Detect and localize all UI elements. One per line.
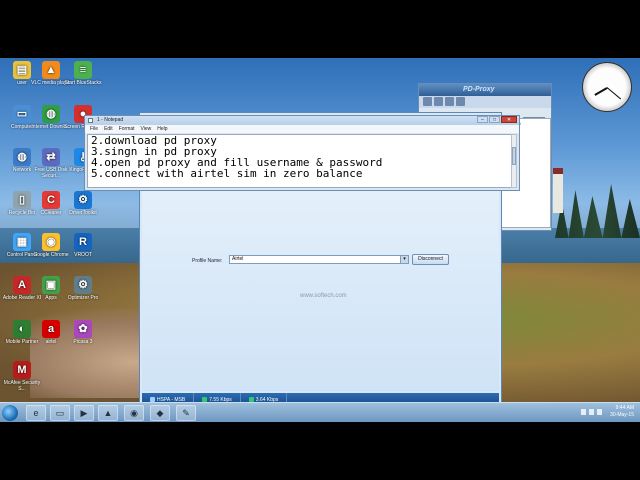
info-icon[interactable] xyxy=(456,97,465,106)
desktop-icon-label: Start BlueStacks xyxy=(64,80,102,86)
media-player-icon[interactable]: ▶ xyxy=(74,405,94,421)
globe-icon: ◍ xyxy=(42,105,60,123)
desktop: ▤ user ▲ VLC media player ≡ Start BlueStacks ▭… xyxy=(0,58,640,422)
profile-name-value: Airtel xyxy=(232,256,244,262)
apps-icon: ▣ xyxy=(42,276,60,294)
desktop-icon-label: VROOT xyxy=(74,252,92,258)
disconnect-button[interactable]: Disconnect xyxy=(412,254,449,265)
close-button[interactable]: ✕ xyxy=(501,116,517,123)
desktop-icon-label: Picasa 3 xyxy=(73,339,93,345)
gear-icon: ⚙ xyxy=(74,191,92,209)
system-tray xyxy=(581,409,602,415)
monitor-icon: ▭ xyxy=(13,105,31,123)
pd-proxy-title: PD-Proxy xyxy=(419,84,551,96)
window-controls: – □ ✕ xyxy=(477,116,517,123)
vlc-icon[interactable]: ▲ xyxy=(98,405,118,421)
start-button[interactable] xyxy=(2,405,18,421)
notepad-menu-bar: File Edit Format View Help xyxy=(85,125,519,133)
notepad-text-area[interactable]: 2.download pd proxy 3.singn in pd proxy 4.… xyxy=(87,134,512,188)
notepad-taskbar-icon[interactable]: ✎ xyxy=(176,405,196,421)
pd-proxy-toolbar xyxy=(419,96,551,108)
desktop-icon[interactable]: ⚙ Optimizer Pro xyxy=(63,276,103,301)
desktop-icon-label: Optimizer Pro xyxy=(67,295,99,301)
clock-hour-hand xyxy=(594,87,608,96)
chevron-down-icon[interactable]: ▾ xyxy=(400,256,408,263)
notepad-icon xyxy=(88,118,93,123)
desktop-icon[interactable]: ≡ Start BlueStacks xyxy=(63,61,103,86)
gear-icon: ⚙ xyxy=(74,276,92,294)
text-line: 5.connect with airtel sim in zero balanc… xyxy=(91,167,363,180)
bin-icon: ▯ xyxy=(13,191,31,209)
profile-name-label: Profile Name: xyxy=(192,258,223,264)
profile-name-select[interactable]: Airtel ▾ xyxy=(229,255,409,264)
desktop-icon[interactable]: ⚙ DriverToolkit xyxy=(63,191,103,216)
volume-icon[interactable] xyxy=(597,409,602,415)
explorer-icon[interactable]: ▭ xyxy=(50,405,70,421)
desktop-icon[interactable]: ✿ Picasa 3 xyxy=(63,320,103,345)
wallpaper-lighthouse xyxy=(553,168,563,213)
desktop-icon-label: DriverToolkit xyxy=(69,210,97,216)
modem-icon: ◐ xyxy=(13,320,31,338)
desktop-icon[interactable]: R VROOT xyxy=(63,233,103,258)
tray-clock[interactable]: 9:44 AM 30-May-15 xyxy=(610,405,634,419)
maximize-button[interactable]: □ xyxy=(489,116,500,123)
taskbar: e ▭ ▶ ▲ ◉ ◆ ✎ 9:44 AM 30-May-15 xyxy=(0,402,640,422)
mobile-partner-icon[interactable]: ◆ xyxy=(150,405,170,421)
network-icon[interactable] xyxy=(589,409,594,415)
usb-icon: ⇄ xyxy=(42,148,60,166)
clock-minute-hand xyxy=(606,87,622,100)
scrollbar-thumb[interactable] xyxy=(512,147,516,165)
tray-time: 9:44 AM xyxy=(615,405,634,411)
menu-file[interactable]: File xyxy=(90,125,98,133)
minimize-button[interactable]: – xyxy=(477,116,488,123)
user-icon[interactable] xyxy=(445,97,454,106)
flag-icon[interactable] xyxy=(581,409,586,415)
picasa-icon: ✿ xyxy=(74,320,92,338)
globe-icon: ◍ xyxy=(13,148,31,166)
settings-icon[interactable] xyxy=(434,97,443,106)
m-icon: M xyxy=(13,361,31,379)
pdf-icon: A xyxy=(13,276,31,294)
menu-help[interactable]: Help xyxy=(157,125,167,133)
folder-icon: ▤ xyxy=(13,61,31,79)
cone-icon: ▲ xyxy=(42,61,60,79)
tray-date: 30-May-15 xyxy=(610,412,634,418)
stack-icon: ≡ xyxy=(74,61,92,79)
notepad-title-bar[interactable]: 1 - Notepad – □ ✕ xyxy=(85,116,519,125)
menu-format[interactable]: Format xyxy=(119,125,135,133)
chrome-icon[interactable]: ◉ xyxy=(124,405,144,421)
notepad-title: 1 - Notepad xyxy=(97,117,124,123)
watermark: www.softech.com xyxy=(300,293,347,299)
chrome-icon: ◉ xyxy=(42,233,60,251)
menu-edit[interactable]: Edit xyxy=(104,125,113,133)
desktop-icon-label: McAfee Security S... xyxy=(3,380,41,392)
clock-gadget[interactable] xyxy=(582,62,632,112)
panel-icon: ▦ xyxy=(13,233,31,251)
notepad-window[interactable]: 1 - Notepad – □ ✕ File Edit Format View … xyxy=(84,115,520,191)
desktop-icon[interactable]: M McAfee Security S... xyxy=(2,361,42,392)
cc-icon: C xyxy=(42,191,60,209)
r-icon: R xyxy=(74,233,92,251)
menu-view[interactable]: View xyxy=(141,125,152,133)
a-icon: a xyxy=(42,320,60,338)
notepad-scrollbar[interactable] xyxy=(511,134,517,188)
home-icon[interactable] xyxy=(423,97,432,106)
ie-icon[interactable]: e xyxy=(26,405,46,421)
